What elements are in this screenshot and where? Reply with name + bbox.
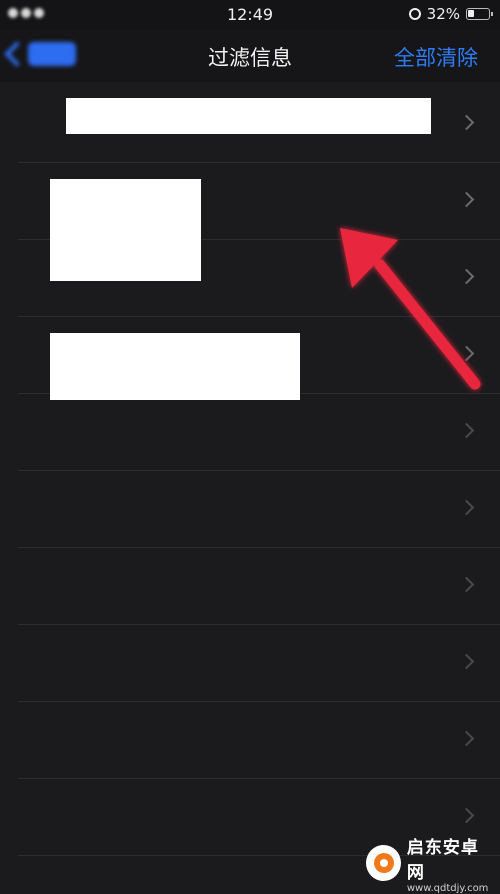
chevron-right-icon xyxy=(458,422,475,439)
message-row[interactable] xyxy=(0,625,500,702)
chevron-right-icon xyxy=(458,730,475,747)
message-row[interactable] xyxy=(0,394,500,471)
message-row[interactable] xyxy=(0,471,500,548)
battery-icon xyxy=(466,8,493,20)
chevron-right-icon xyxy=(458,114,475,131)
redaction-mask xyxy=(50,333,300,400)
redaction-mask xyxy=(66,98,431,134)
chevron-right-icon xyxy=(458,653,475,670)
chevron-right-icon xyxy=(458,576,475,593)
alarm-icon xyxy=(408,8,421,20)
navigation-bar: 过滤信息 全部清除 xyxy=(0,30,500,82)
chevron-right-icon xyxy=(458,499,475,516)
battery-percent: 32% xyxy=(426,5,460,23)
status-bar: 12:49 32% xyxy=(0,0,500,30)
battery-status: 32% xyxy=(408,5,493,23)
message-row[interactable] xyxy=(0,548,500,625)
chevron-right-icon xyxy=(458,268,475,285)
watermark-logo-icon xyxy=(366,845,401,881)
chevron-right-icon xyxy=(458,345,475,362)
watermark: 启东安卓网 www.qdtdjy.com xyxy=(366,838,494,894)
watermark-name: 启东安卓网 xyxy=(406,837,479,883)
clear-all-button[interactable]: 全部清除 xyxy=(394,42,478,72)
redaction-mask xyxy=(50,179,201,281)
chevron-right-icon xyxy=(458,807,475,824)
message-row[interactable] xyxy=(0,702,500,779)
watermark-url: www.qdtdjy.com xyxy=(406,882,489,894)
chevron-right-icon xyxy=(458,191,475,208)
